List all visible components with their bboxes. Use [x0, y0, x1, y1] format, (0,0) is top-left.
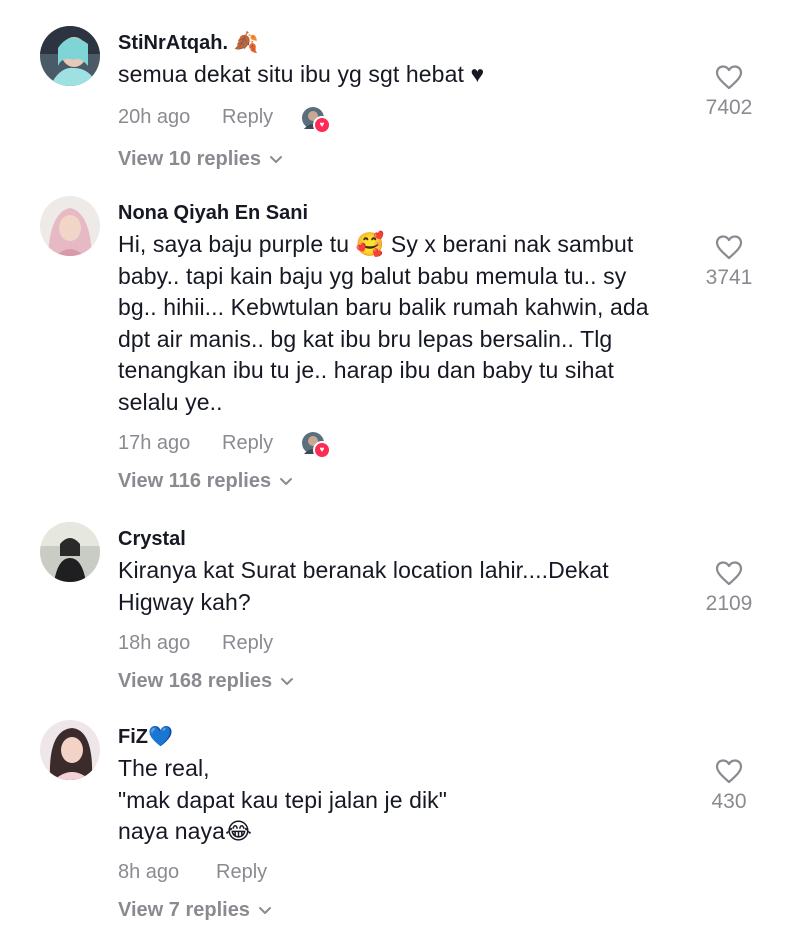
- like-button[interactable]: 2109: [698, 560, 760, 616]
- avatar[interactable]: [40, 26, 100, 86]
- heart-icon: ♥: [313, 115, 331, 134]
- heart-outline-icon: [715, 235, 743, 260]
- username[interactable]: FiZ💙: [118, 724, 678, 750]
- reply-button[interactable]: Reply: [216, 861, 296, 884]
- heart-outline-icon: [715, 759, 743, 784]
- heart-icon: ♥: [313, 441, 331, 459]
- like-count: 2109: [705, 592, 753, 615]
- comment-meta: 18h ago Reply: [118, 628, 678, 658]
- timestamp: 17h ago: [118, 431, 191, 454]
- view-replies-button[interactable]: View 7 replies: [118, 896, 678, 926]
- reply-button[interactable]: Reply: [222, 106, 302, 129]
- view-replies-label: View 10 replies: [118, 148, 262, 170]
- view-replies-label: View 168 replies: [118, 669, 273, 692]
- like-button[interactable]: 7402: [698, 64, 760, 120]
- timestamp: 8h ago: [118, 861, 180, 883]
- comment-text: Hi, saya baju purple tu 🥰 Sy x berani na…: [118, 231, 649, 415]
- view-replies-button[interactable]: View 10 replies: [118, 145, 678, 175]
- comment-meta: 20h ago Reply ♥: [118, 103, 678, 134]
- chevron-down-icon: [269, 155, 283, 164]
- comment-meta: 17h ago Reply ♥: [118, 428, 678, 459]
- reply-button[interactable]: Reply: [222, 432, 302, 455]
- avatar[interactable]: [40, 522, 100, 582]
- comment-meta: 8h ago Reply: [118, 858, 678, 888]
- comment-text: The real, "mak dapat kau tepi jalan je d…: [118, 755, 448, 844]
- heart-outline-icon: [715, 65, 743, 90]
- username[interactable]: Nona Qiyah En Sani: [118, 200, 678, 226]
- comment-list: StiNrAtqah. 🍂 semua dekat situ ibu yg sg…: [0, 0, 800, 931]
- comment-text: Kiranya kat Surat beranak location lahir…: [118, 557, 609, 615]
- heart-outline-icon: [715, 561, 743, 586]
- view-replies-button[interactable]: View 168 replies: [118, 666, 678, 696]
- comment-text: semua dekat situ ibu yg sgt hebat ♥: [118, 61, 485, 87]
- avatar[interactable]: [40, 196, 100, 256]
- chevron-down-icon: [280, 677, 294, 686]
- avatar[interactable]: [40, 720, 100, 780]
- chevron-down-icon: [258, 906, 272, 915]
- view-replies-button[interactable]: View 116 replies: [118, 466, 678, 496]
- like-button[interactable]: 3741: [698, 234, 760, 290]
- like-count: 7402: [705, 96, 753, 119]
- username[interactable]: StiNrAtqah. 🍂: [118, 30, 678, 56]
- like-button[interactable]: 430: [698, 758, 760, 814]
- view-replies-label: View 116 replies: [118, 469, 272, 492]
- chevron-down-icon: [279, 477, 293, 486]
- username[interactable]: Crystal: [118, 526, 678, 552]
- creator-liked-avatar: ♥: [302, 106, 331, 134]
- like-count: 430: [711, 790, 747, 813]
- like-count: 3741: [705, 266, 753, 289]
- view-replies-label: View 7 replies: [118, 899, 250, 921]
- reply-button[interactable]: Reply: [222, 632, 302, 655]
- timestamp: 20h ago: [118, 106, 191, 128]
- creator-liked-avatar: ♥: [302, 432, 331, 459]
- timestamp: 18h ago: [118, 631, 191, 654]
